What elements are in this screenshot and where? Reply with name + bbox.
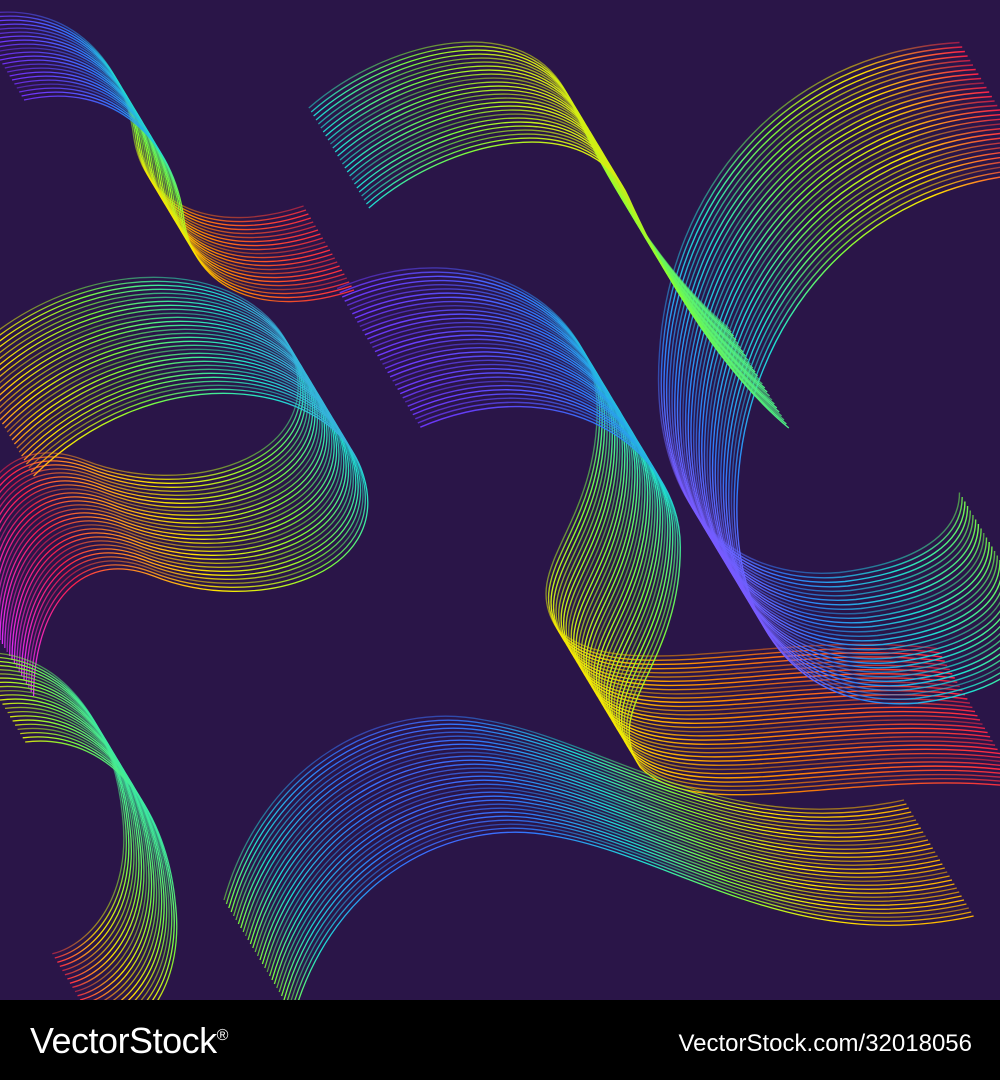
image-canvas: VectorStock® VectorStock.com/32018056 [0,0,1000,1080]
vectorstock-logo: VectorStock® [30,1018,228,1059]
iridescent-swirl-artwork [0,0,1000,1000]
brand-name: VectorStock [30,1020,217,1061]
watermark-footer: VectorStock® VectorStock.com/32018056 [0,1000,1000,1080]
registered-mark: ® [216,1027,229,1044]
image-credit: VectorStock.com/32018056 [678,1030,972,1057]
